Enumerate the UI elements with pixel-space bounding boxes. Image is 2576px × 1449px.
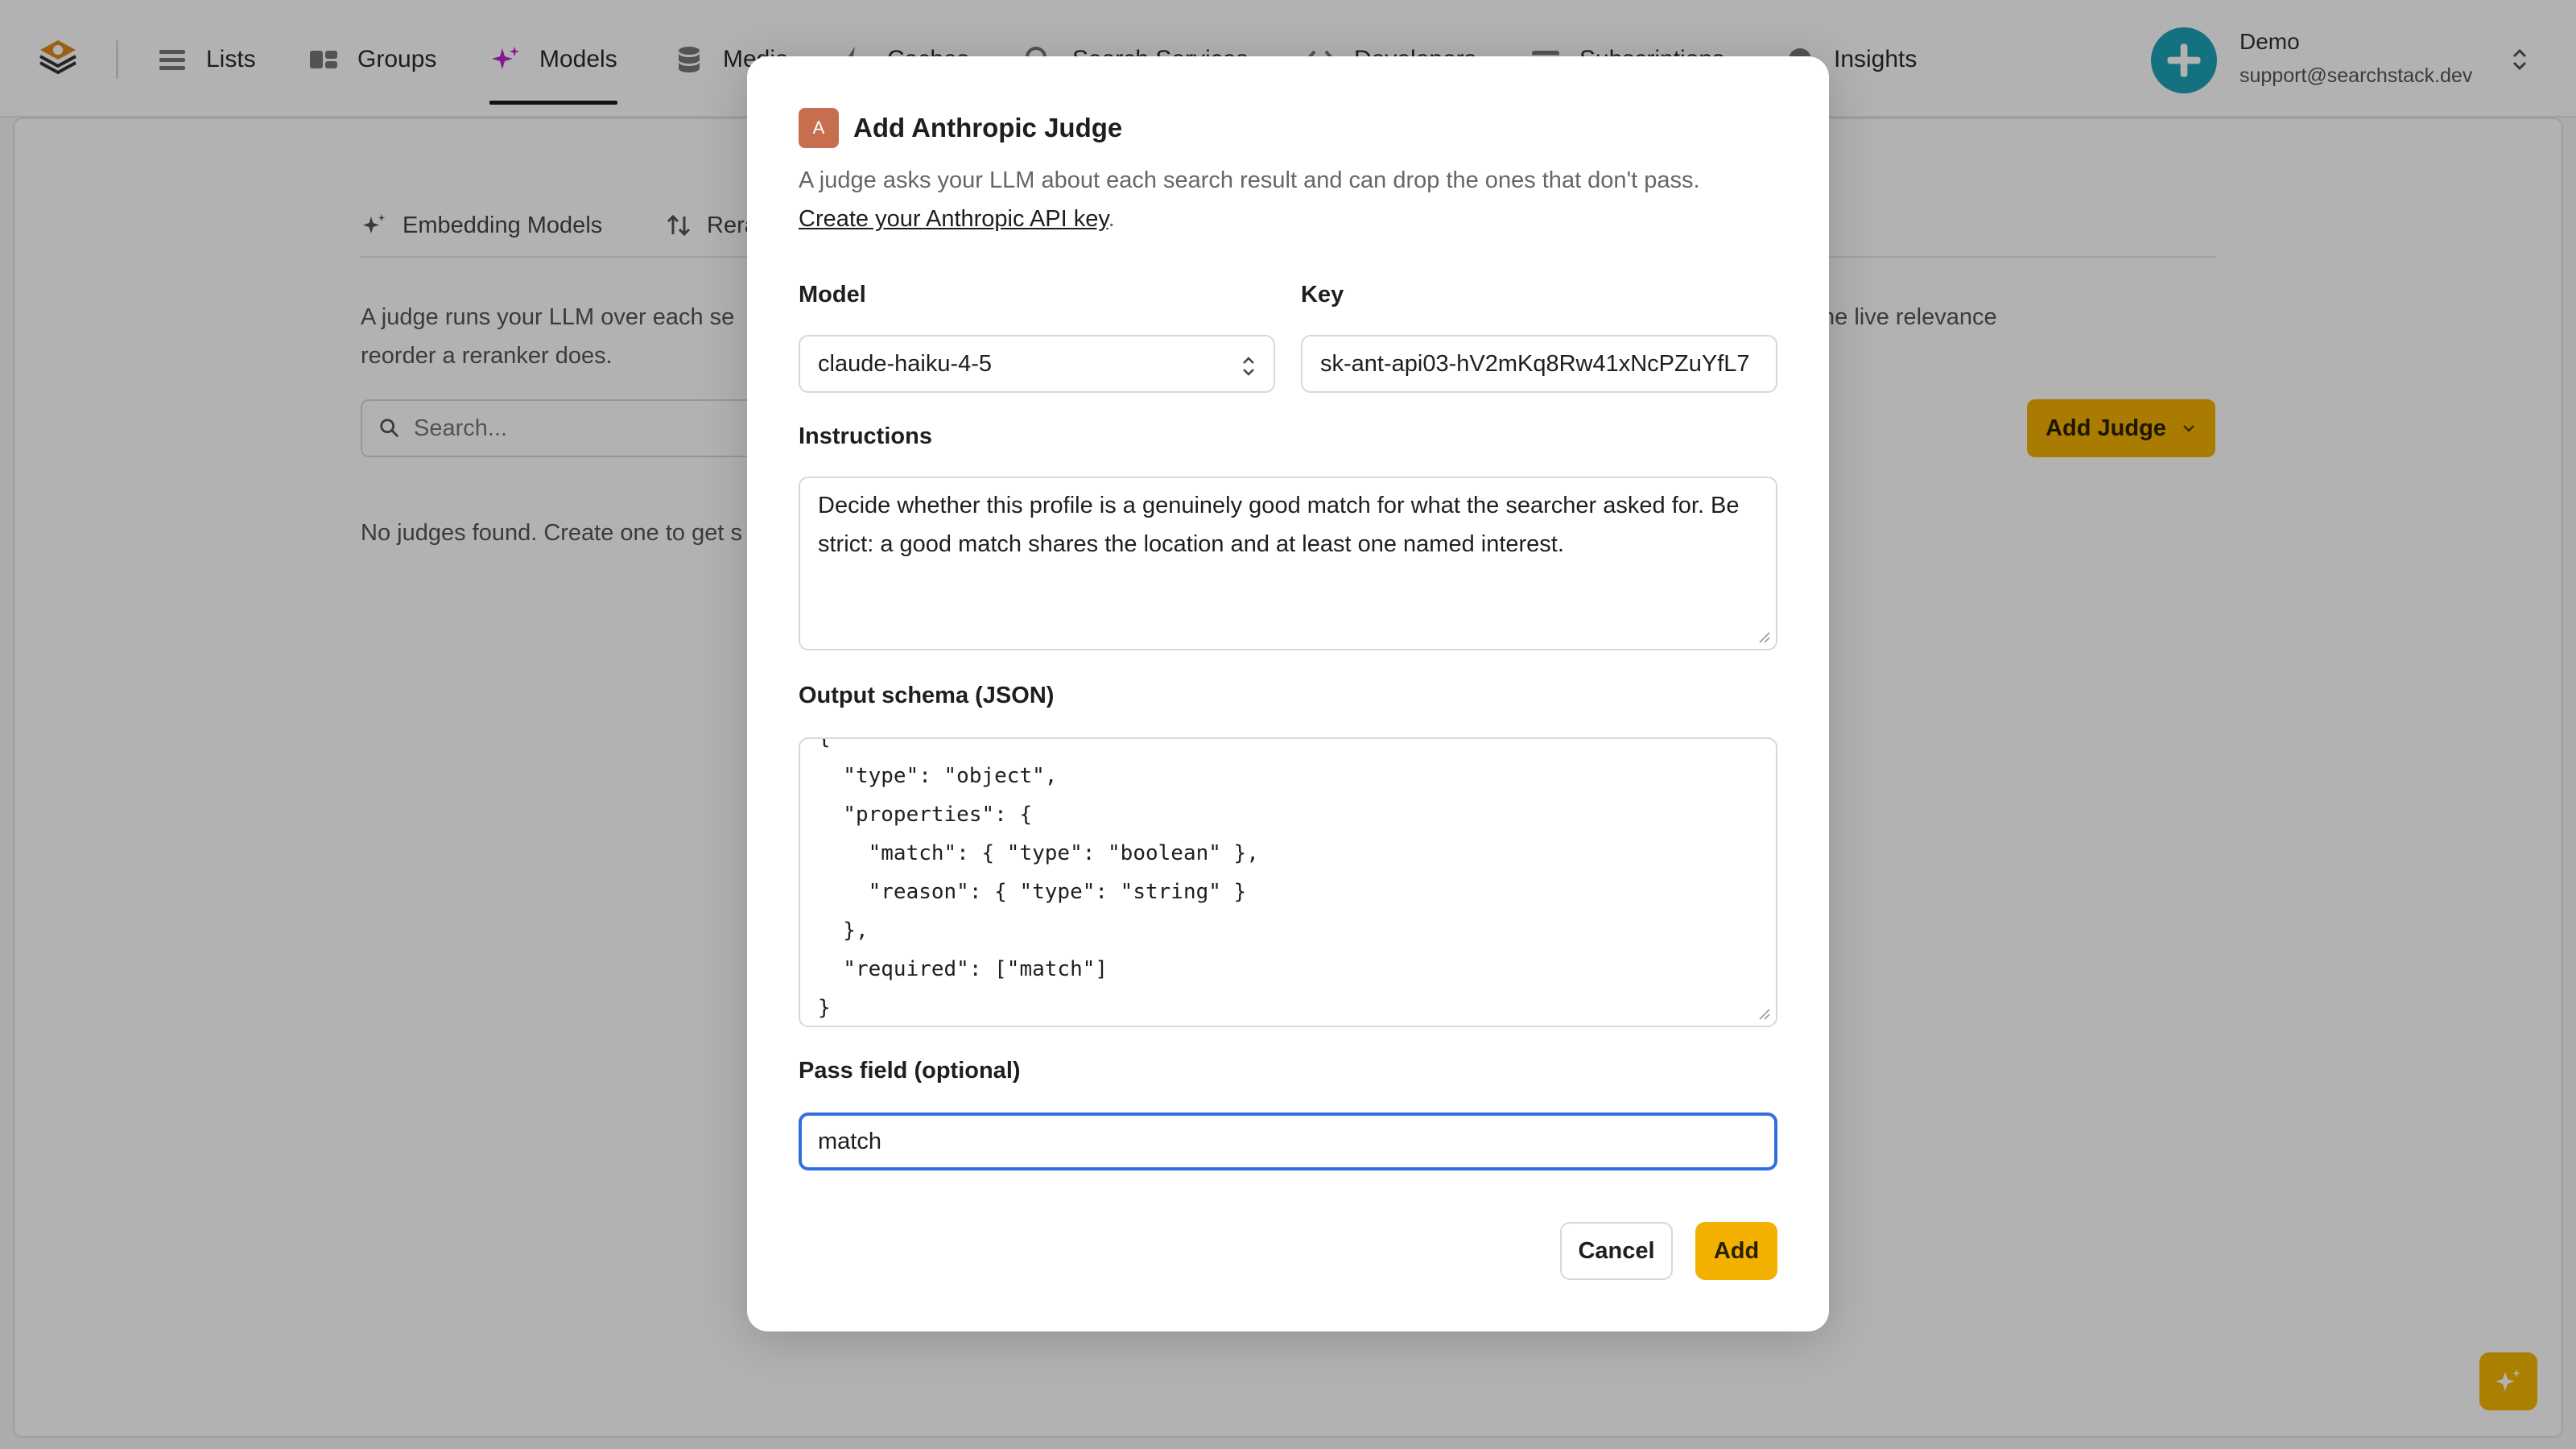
api-key-value: sk-ant-api03-hV2mKq8Rw41xNcPZuYfL7 [1320,350,1750,377]
instructions-label: Instructions [799,423,932,449]
dialog-title: Add Anthropic Judge [853,113,1123,142]
output-schema-label: Output schema (JSON) [799,683,1055,708]
resize-handle-icon[interactable] [1757,1006,1771,1021]
output-schema-textarea[interactable]: { "type": "object", "properties": { "mat… [799,737,1777,1027]
output-schema-value: { "type": "object", "properties": { "mat… [818,737,1259,1020]
resize-handle-icon[interactable] [1757,630,1771,644]
pass-field-input[interactable]: match [799,1113,1777,1170]
api-key-input[interactable]: sk-ant-api03-hV2mKq8Rw41xNcPZuYfL7 [1301,335,1777,393]
dialog-header: A Add Anthropic Judge [799,108,1122,148]
cancel-button[interactable]: Cancel [1560,1222,1673,1280]
dialog-description: A judge asks your LLM about each search … [799,161,1789,238]
add-judge-dialog: A Add Anthropic Judge A judge asks your … [747,56,1829,1331]
add-button[interactable]: Add [1695,1222,1777,1280]
key-label: Key [1301,282,1344,308]
instructions-textarea[interactable]: Decide whether this profile is a genuine… [799,477,1777,650]
chevron-up-down-icon [1243,357,1254,376]
create-api-key-link[interactable]: Create your Anthropic API key [799,206,1108,232]
dialog-description-text: A judge asks your LLM about each search … [799,167,1700,193]
instructions-value: Decide whether this profile is a genuine… [818,493,1740,557]
pass-field-value: match [818,1128,881,1154]
link-period: . [1108,206,1115,232]
model-select[interactable]: claude-haiku-4-5 [799,335,1275,393]
model-select-value: claude-haiku-4-5 [818,350,993,377]
model-label: Model [799,282,866,308]
pass-field-label: Pass field (optional) [799,1058,1021,1084]
anthropic-logo-icon: A [799,108,839,148]
